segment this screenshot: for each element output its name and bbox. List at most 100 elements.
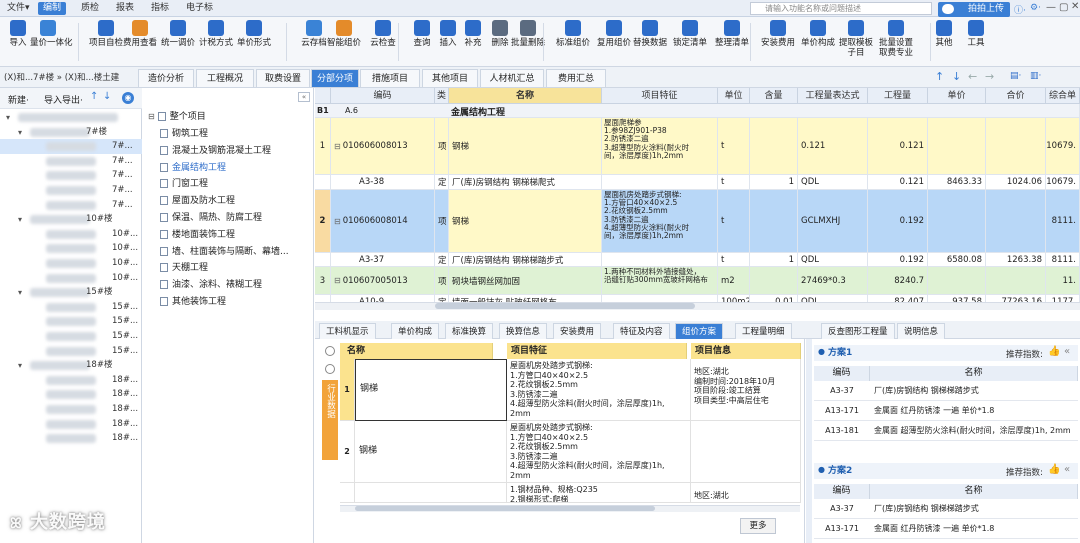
grid-cell-expr[interactable]: QDL [798,175,868,190]
grid-cell-feature[interactable] [602,253,718,267]
bottom-tab-4[interactable]: 换算信息 [499,323,548,339]
project-tree-row[interactable]: 15#... [0,314,142,329]
tool-21[interactable]: 安装费用 [760,20,796,48]
tool-17[interactable]: 复用组价 [596,20,632,48]
scheme-row-name[interactable]: 厂(库)房钢结构 钢梯梯踏步式 [870,381,1078,401]
division-item[interactable]: 砌筑工程 [160,126,312,143]
industry-data-tab[interactable]: 行业数据 [322,380,338,460]
minimize-icon[interactable]: — [1046,2,1056,13]
person-icon[interactable] [325,364,335,374]
expand-icon[interactable]: ▾ [18,125,22,140]
grid-cell-feature[interactable]: 1.两种不同材料外墙接缝处， 沿缝钉贴300mm宽玻纤网格布 [602,267,718,295]
grid-cell-unit[interactable]: t [718,175,750,190]
tool-3[interactable]: 项目自检 [88,20,124,48]
division-item[interactable]: 金属结构工程 [160,160,312,177]
bottom-tab-10[interactable]: 说明信息 [897,323,946,339]
bottom-tab-2[interactable]: 单价构成 [391,323,440,339]
grid-cell-feature[interactable]: 屋面爬梯参 1.参98ZJ901-P38 2.防锈漆二遍 3.超薄型防火涂料(耐… [602,118,718,175]
tool-19[interactable]: 锁定清单 [672,20,708,48]
new-button[interactable]: 新建· [8,93,29,106]
project-tree-row[interactable]: ▾ 10#楼 [0,212,142,227]
tool-25[interactable]: 其他 [926,20,962,48]
project-tree-row[interactable]: 10#... [0,256,142,271]
scheme-row-code[interactable]: A13-181 [814,421,870,441]
grid-section-row[interactable]: B1 A.6 金属结构工程 [315,104,1080,118]
grid-header[interactable]: 工程量表达式 [798,88,868,104]
grid-cell-code[interactable]: ⊟ 010606008014 [331,190,435,253]
bottom-tab-3[interactable]: 标准换算 [445,323,494,339]
project-tree-row[interactable]: ▾ [0,110,142,125]
scheme-splitter[interactable] [806,339,812,543]
industry-row-info[interactable]: 地区:湖北 编制时间:2018年10月 项目阶段:竣工结算 项目类型:中高层住宅 [691,359,801,421]
right-arrow-icon[interactable]: → [985,70,994,83]
collapse-icon[interactable]: « [1064,346,1070,357]
grid-cell-qty_ratio[interactable] [750,190,798,253]
column-icon[interactable]: ▥· [1030,71,1041,81]
project-tree-row[interactable]: 18#... [0,431,142,446]
project-tree-row[interactable]: ▾ 18#楼 [0,358,142,373]
tool-23[interactable]: 提取模板 子目 [838,20,874,58]
grid-cell-cat[interactable]: 项 [435,118,449,175]
division-item[interactable]: 门窗工程 [160,176,312,193]
bottom-tab-1[interactable]: 工料机显示 [319,323,376,339]
division-item[interactable]: 其他装饰工程 [160,294,312,311]
maximize-icon[interactable]: ▢ [1059,2,1068,13]
scheme-row-code[interactable]: A13-171 [814,519,870,539]
main-tab-5[interactable]: 措施项目 [360,69,420,87]
grid-cell-code[interactable]: ⊟ 010606008013 [331,118,435,175]
scheme-row-code[interactable]: A13-171 [814,401,870,421]
more-button[interactable]: 更多 [740,518,776,534]
project-tree-row[interactable]: 7#... [0,198,142,213]
grid-cell-name[interactable]: 砌块墙钢丝网加固 [449,267,602,295]
move-up-icon[interactable]: ↑ [90,91,98,102]
menu-index[interactable]: 指标 [146,2,174,15]
tool-18[interactable]: 替换数据 [632,20,668,48]
grid-cell-code[interactable]: ⊟ 010607005013 [331,267,435,295]
bottom-tab-9[interactable]: 反查图形工程量 [821,323,895,339]
project-tree-row[interactable]: 18#... [0,373,142,388]
industry-row-info[interactable]: 地区:湖北 [691,483,801,503]
breadcrumb[interactable]: (X)和...7#楼 » (X)和...楼土建 [4,71,119,83]
scheme-row-name[interactable]: 金属面 红丹防锈漆 一遍 单价*1.8 [870,401,1078,421]
grid-cell-code[interactable]: A3-38 [331,175,435,190]
main-tab-4[interactable]: 分部分项 [311,69,359,87]
grid-cell-unit[interactable]: t [718,118,750,175]
division-item[interactable]: 保温、隔热、防腐工程 [160,210,312,227]
grid-header[interactable]: 综合单价 [1046,88,1080,117]
bottom-tab-8[interactable]: 工程量明细 [735,323,792,339]
expand-icon[interactable]: ▾ [6,110,10,125]
scheme-title[interactable]: 方案1 [828,345,852,361]
menu-check[interactable]: 质检 [76,2,104,15]
menu-report[interactable]: 报表 [111,2,139,15]
industry-row-info[interactable] [691,421,801,483]
expand-icon[interactable]: ▾ [18,285,22,300]
grid-cell-qty[interactable]: 8240.7 [868,267,928,295]
search-input[interactable]: 请输入功能名称或问题描述 [750,2,932,15]
grid-cell-unit[interactable]: m2 [718,267,750,295]
grid-cell-total[interactable]: 1024.06 [986,175,1046,190]
expand-icon[interactable]: ▾ [18,212,22,227]
grid-cell-name[interactable]: 钢梯 [449,118,602,175]
project-tree-row[interactable]: 7#... [0,168,142,183]
tool-10[interactable]: 云检查 [365,20,401,48]
grid-cell-unit_price[interactable]: 10679. [1046,175,1080,190]
project-tree-row[interactable]: 7#... [0,183,142,198]
division-item[interactable]: 混凝土及钢筋混凝土工程 [160,143,312,160]
main-tab-7[interactable]: 人材机汇总 [480,69,544,87]
menu-ebid[interactable]: 电子标 [181,2,218,15]
close-icon[interactable]: ✕ [1071,1,1079,12]
grid-horizontal-scrollbar[interactable] [315,302,1080,310]
row-collapse-icon[interactable]: ⊟ [334,217,341,226]
industry-row-feature[interactable]: 屋面机房处踏步式钢梯: 1.方管口40×40×2.5 2.花纹钢板2.5mm 3… [507,359,691,421]
tool-22[interactable]: 单价构成 [800,20,836,48]
grid-header[interactable]: 合价 [986,88,1046,104]
project-tree-row[interactable]: 18#... [0,417,142,432]
project-tree-row[interactable]: 7#... [0,139,142,155]
grid-scroll-thumb[interactable] [435,303,695,309]
help-icon[interactable]: ⓘ· [1014,3,1026,16]
project-tree-row[interactable]: 15#... [0,344,142,359]
project-tree-row[interactable]: 10#... [0,271,142,286]
scheme-row-code[interactable]: A3-37 [814,499,870,519]
menu-edit[interactable]: 编制 [38,2,67,15]
main-tab-6[interactable]: 其他项目 [422,69,478,87]
